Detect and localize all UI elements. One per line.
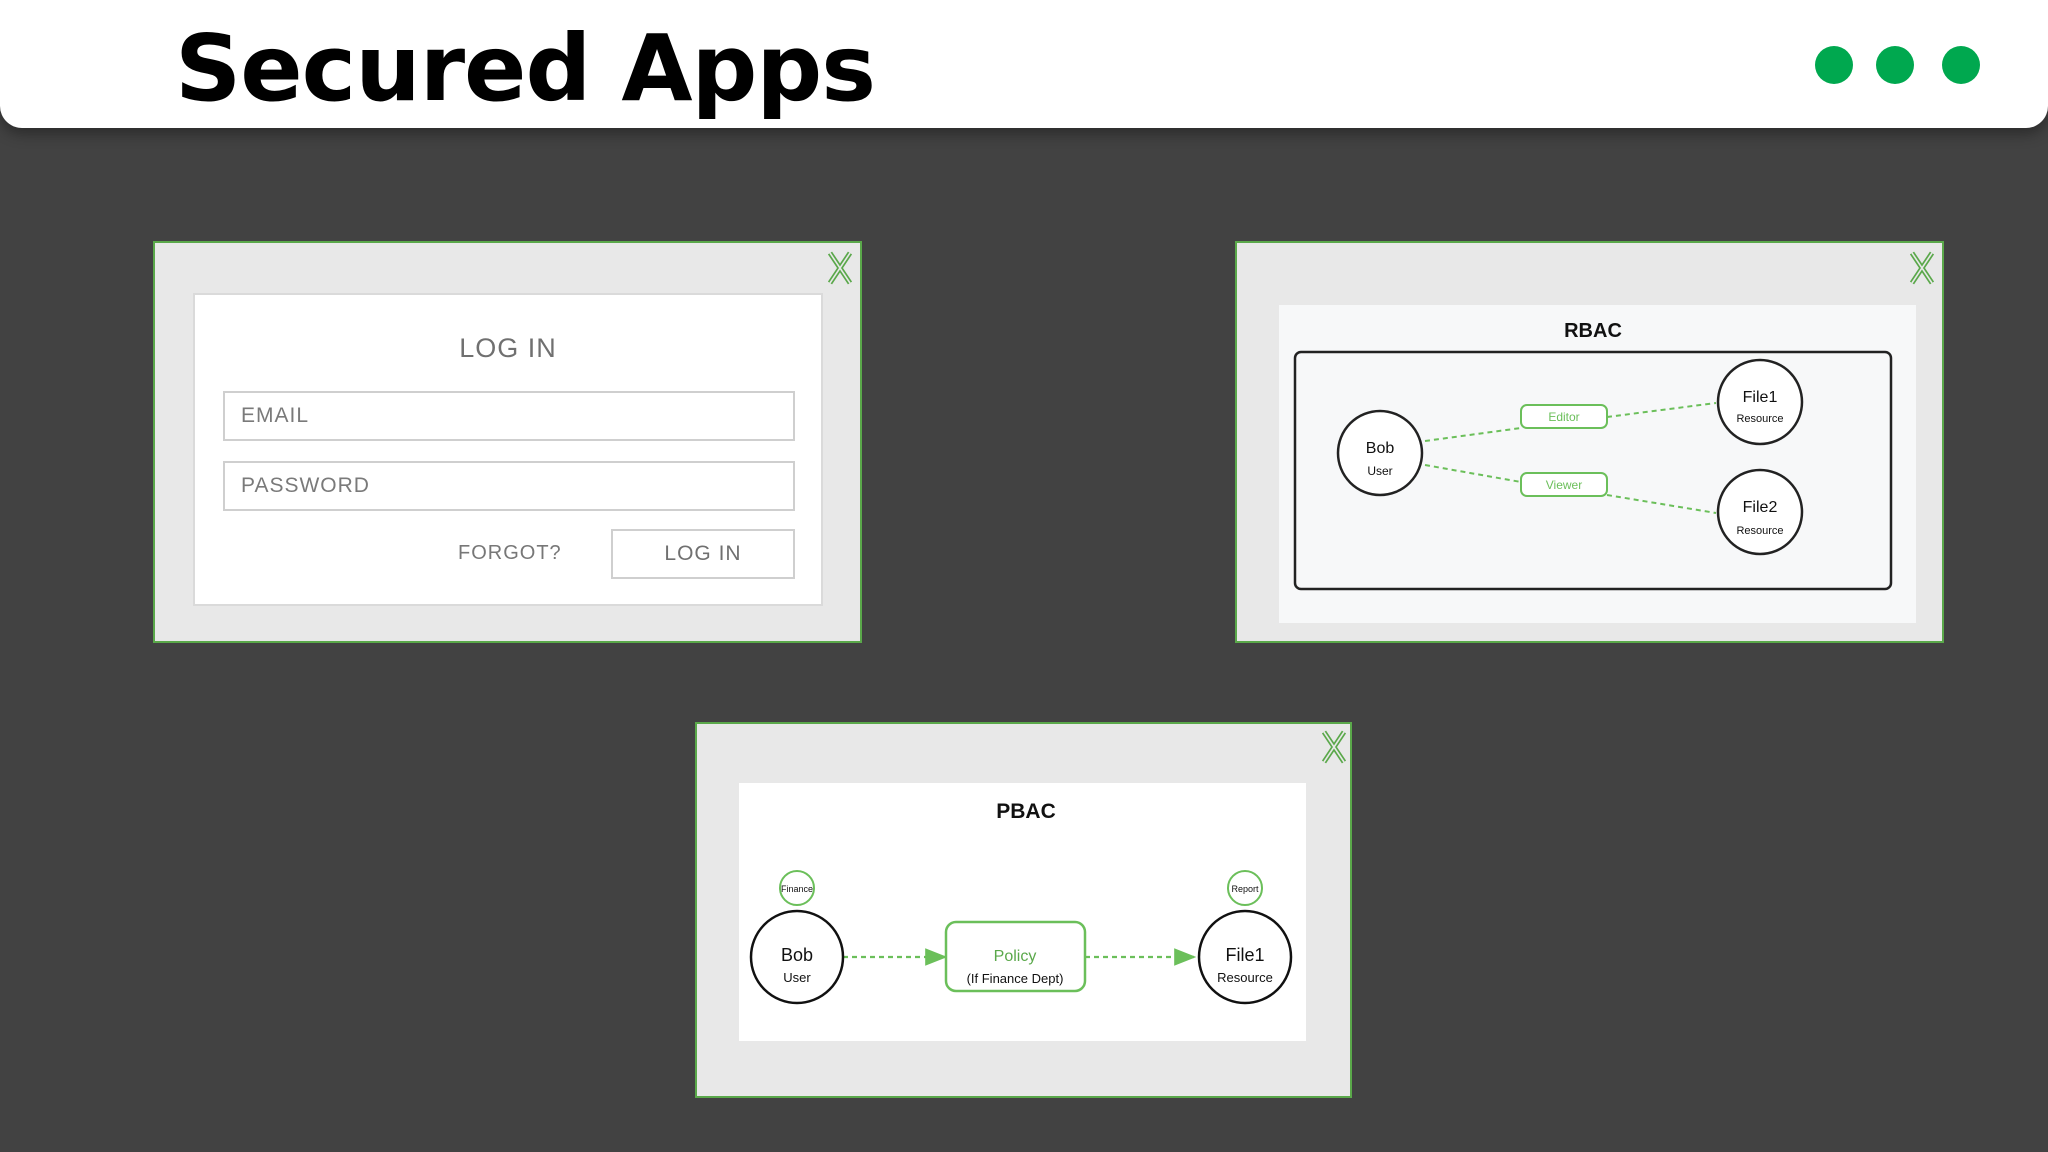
attribute-badge-report: Report <box>1227 870 1263 906</box>
rbac-diagram: RBAC Editor Viewer Bob User File1 Resour… <box>1279 305 1916 623</box>
user-node-bob: Bob User <box>1336 409 1424 497</box>
user-node-bob: Bob User <box>749 909 845 1005</box>
attribute-label: Report <box>1231 884 1259 894</box>
role-viewer: Viewer <box>1520 472 1608 497</box>
header-bar: Secured Apps <box>0 0 2048 128</box>
window-dot-1[interactable] <box>1815 46 1853 84</box>
role-editor: Editor <box>1520 404 1608 429</box>
user-name: Bob <box>1366 440 1395 457</box>
attribute-label: Finance <box>781 884 813 894</box>
pbac-title: PBAC <box>996 800 1056 823</box>
window-dot-3[interactable] <box>1942 46 1980 84</box>
resource-type: Resource <box>1736 525 1783 537</box>
password-input[interactable] <box>223 461 795 511</box>
user-name: Bob <box>781 945 813 965</box>
user-type: User <box>783 970 811 985</box>
policy-node: Policy (If Finance Dept) <box>944 920 1087 993</box>
login-card: LOG IN FORGOT? LOG IN <box>193 293 823 606</box>
email-input[interactable] <box>223 391 795 441</box>
resource-name: File1 <box>1225 945 1264 965</box>
login-title: LOG IN <box>459 333 557 363</box>
attribute-badge-finance: Finance <box>779 870 815 906</box>
resource-type: Resource <box>1217 970 1273 985</box>
policy-condition: (If Finance Dept) <box>967 971 1064 986</box>
close-x-icon[interactable] <box>1321 730 1347 764</box>
resource-node-file2: File2 Resource <box>1716 468 1804 556</box>
rbac-window: RBAC Editor Viewer Bob User File1 Resour… <box>1235 241 1944 643</box>
window-dot-2[interactable] <box>1876 46 1914 84</box>
login-button[interactable]: LOG IN <box>611 529 795 579</box>
resource-type: Resource <box>1736 413 1783 425</box>
user-type: User <box>1367 464 1392 478</box>
resource-node-file1: File1 Resource <box>1716 358 1804 446</box>
pbac-diagram: PBAC Finance Report Bob User Policy (If … <box>739 783 1306 1041</box>
role-viewer-label: Viewer <box>1546 478 1582 492</box>
pbac-window: PBAC Finance Report Bob User Policy (If … <box>695 722 1352 1098</box>
policy-name: Policy <box>994 948 1037 965</box>
forgot-password-link[interactable]: FORGOT? <box>458 542 562 565</box>
role-editor-label: Editor <box>1548 410 1579 424</box>
close-x-icon[interactable] <box>1909 251 1935 285</box>
rbac-title: RBAC <box>1564 320 1622 342</box>
resource-node-file1: File1 Resource <box>1197 909 1293 1005</box>
page-title: Secured Apps <box>175 15 876 122</box>
close-x-icon[interactable] <box>827 251 853 285</box>
resource-name: File2 <box>1743 499 1778 516</box>
login-window: LOG IN FORGOT? LOG IN <box>153 241 862 643</box>
resource-name: File1 <box>1743 389 1778 406</box>
